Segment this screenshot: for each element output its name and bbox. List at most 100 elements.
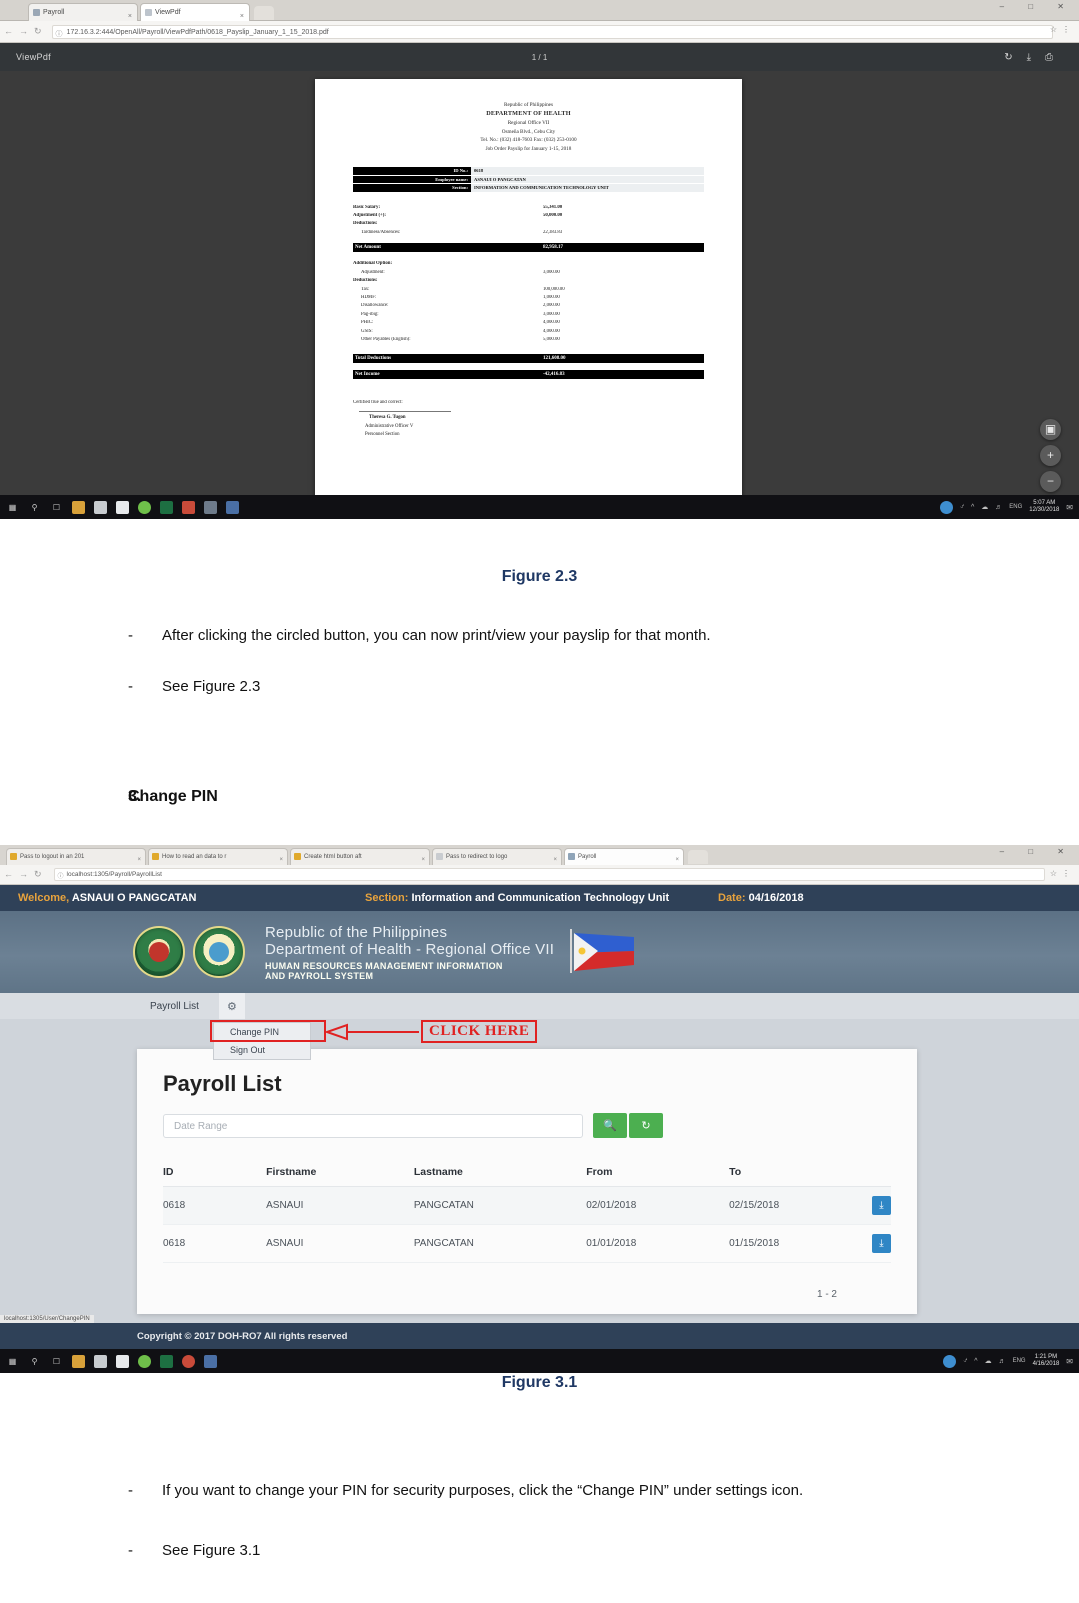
new-tab-button[interactable] [254, 6, 274, 20]
chrome-tray-icon[interactable] [943, 1354, 957, 1368]
taskview-icon[interactable]: ☐ [50, 501, 63, 514]
chevron-up-icon[interactable]: ^ [974, 1358, 977, 1365]
notifications-icon[interactable]: ✉ [1066, 503, 1073, 512]
url-bar-actions[interactable]: ☆⋮ [1050, 869, 1075, 878]
search-icon[interactable]: ⚲ [28, 501, 41, 514]
tab-close-icon[interactable]: × [240, 8, 244, 21]
browser-tab-0[interactable]: Payroll × [28, 3, 138, 21]
payslip-deductions-label: Deductions: [353, 221, 378, 227]
volume-icon[interactable]: ♬ [995, 504, 1002, 511]
taskbar-clock[interactable]: 1:21 PM 4/16/2018 [1033, 1354, 1060, 1369]
cell-firstname: ASNAUI [266, 1224, 414, 1263]
tab-close-icon[interactable]: × [421, 852, 425, 865]
mail-icon[interactable] [116, 1354, 129, 1368]
taskview-icon[interactable]: ☐ [50, 1355, 63, 1368]
zoom-out-icon[interactable]: − [1040, 471, 1061, 492]
payslip-id-row: Section: INFORMATION AND COMMUNICATION T… [353, 184, 704, 192]
banner-line-2: Department of Health - Regional Office V… [265, 940, 555, 958]
url-input[interactable]: ⓘ localhost:1305/Payroll/PayrollList [53, 868, 1045, 881]
table-header-row: ID Firstname Lastname From To [163, 1160, 891, 1187]
browser-tab-1[interactable]: ViewPdf × [140, 3, 250, 21]
window-controls[interactable]: – □ ✕ [1000, 2, 1075, 11]
calendar-icon[interactable] [204, 500, 217, 514]
cell-action: ⤓ [872, 1224, 891, 1263]
refresh-icon[interactable]: ↻ [629, 1113, 663, 1138]
search-icon[interactable]: ⚲ [28, 1355, 41, 1368]
browser-tab-0[interactable]: Pass to logout in an 201 × [6, 848, 146, 865]
tab-close-icon[interactable]: × [279, 852, 283, 865]
cell-to: 01/15/2018 [729, 1224, 872, 1263]
bluetooth-icon[interactable]: ⍻ [960, 503, 964, 511]
cell-from: 01/01/2018 [586, 1224, 730, 1263]
browser-tab-2[interactable]: Create html button aft × [290, 848, 430, 865]
url-input[interactable]: ⓘ 172.16.3.2:444/OpenAll/Payroll/ViewPdf… [51, 24, 1053, 39]
notifications-icon[interactable]: ✉ [1066, 1357, 1073, 1366]
taskbar-clock[interactable]: 5:07 AM 12/30/2018 [1029, 500, 1059, 515]
download-icon[interactable]: ⤓ [872, 1234, 891, 1253]
pdf-icon[interactable] [182, 500, 195, 514]
chrome-icon[interactable] [138, 500, 151, 514]
network-icon[interactable]: ☁ [981, 503, 988, 511]
excel-icon[interactable] [160, 500, 173, 514]
language-icon[interactable]: ENG [1013, 1358, 1026, 1364]
network-icon[interactable]: ☁ [985, 1357, 992, 1365]
app-icon[interactable] [226, 500, 239, 514]
tab-close-icon[interactable]: × [553, 852, 557, 865]
tab-payroll-list[interactable]: Payroll List [150, 1001, 199, 1012]
search-icon[interactable]: 🔍 [593, 1113, 627, 1138]
browser-tab-4[interactable]: Payroll × [564, 848, 684, 865]
bluetooth-icon[interactable]: ⍻ [963, 1357, 967, 1365]
download-icon[interactable]: ⤓ [872, 1196, 891, 1215]
excel-icon[interactable] [160, 1354, 173, 1368]
philippine-flag-icon [570, 929, 634, 973]
tab-close-icon[interactable]: × [128, 8, 132, 21]
pdf-toolbar-icons[interactable]: ↻⤓⎙ [1004, 52, 1067, 63]
figure-3-1-caption: Figure 3.1 [501, 1374, 578, 1391]
date-range-input[interactable]: Date Range [163, 1113, 583, 1138]
app-icon[interactable] [204, 1354, 217, 1368]
pdf-zoom-controls[interactable]: ▣ + − [1040, 419, 1061, 497]
nav-buttons[interactable]: ←→↻ [0, 26, 52, 37]
window-controls[interactable]: – □ ✕ [1000, 847, 1075, 856]
payroll-table: ID Firstname Lastname From To 0618 ASNAU… [163, 1160, 891, 1263]
chrome-tray-icon[interactable] [940, 500, 954, 514]
url-bar-actions[interactable]: ☆⋮ [1050, 25, 1075, 34]
briefcase-icon[interactable] [94, 1354, 107, 1368]
app-footer: Copyright © 2017 DOH-RO7 All rights rese… [0, 1323, 1079, 1349]
nav-buttons[interactable]: ←→↻ [0, 869, 52, 880]
gear-icon[interactable]: ⚙ [218, 993, 245, 1019]
windows-icon[interactable]: ▦ [6, 1355, 19, 1368]
payslip-line: PHIC: 4,000.00 [361, 320, 560, 326]
zoom-in-icon[interactable]: + [1040, 445, 1061, 466]
language-icon[interactable]: ENG [1009, 504, 1022, 510]
cell-firstname: ASNAUI [266, 1186, 414, 1225]
payslip-line: Tardiness/Absences: 22,383.83 [361, 229, 563, 235]
pagination-indicator: 1 - 2 [816, 1289, 837, 1300]
fit-icon[interactable]: ▣ [1040, 419, 1061, 440]
browser-tab-label: ViewPdf [155, 9, 181, 16]
pdf-icon[interactable] [182, 1354, 195, 1368]
table-row[interactable]: 0618 ASNAUI PANGCATAN 01/01/2018 01/15/2… [163, 1224, 891, 1263]
folder-icon[interactable] [72, 1354, 85, 1368]
tab-close-icon[interactable]: × [675, 852, 679, 865]
browser-tab-3[interactable]: Pass to redirect to logo × [432, 848, 562, 865]
mail-icon[interactable] [116, 500, 129, 514]
folder-icon[interactable] [72, 500, 85, 514]
volume-icon[interactable]: ♬ [999, 1358, 1006, 1365]
menu-item-sign-out[interactable]: Sign Out [214, 1041, 310, 1059]
payslip-total-deductions-bar: Total Deductions 121,608.00 [353, 354, 704, 364]
chevron-up-icon[interactable]: ^ [971, 504, 974, 511]
chrome-icon[interactable] [138, 1354, 151, 1368]
briefcase-icon[interactable] [94, 500, 107, 514]
payslip-line: Adjustment: 3,000.00 [361, 269, 560, 275]
table-row[interactable]: 0618 ASNAUI PANGCATAN 02/01/2018 02/15/2… [163, 1186, 891, 1225]
payslip-header-line: Tel. No.: (032) 418-7603 Fax: (032) 253-… [480, 137, 577, 144]
browser-tab-1[interactable]: How to read an data to r × [148, 848, 288, 865]
new-tab-button[interactable] [688, 850, 708, 864]
windows-taskbar: ▦ ⚲ ☐ ⍻ ^ ☁ ♬ ENG 5:07 AM 12/30/2018 ✉ [0, 495, 1079, 519]
tab-close-icon[interactable]: × [137, 852, 141, 865]
windows-icon[interactable]: ▦ [6, 501, 19, 514]
url-text: 172.16.3.2:444/OpenAll/Payroll/ViewPdfPa… [66, 28, 329, 36]
cell-action: ⤓ [872, 1186, 891, 1225]
cell-lastname: PANGCATAN [413, 1186, 587, 1225]
